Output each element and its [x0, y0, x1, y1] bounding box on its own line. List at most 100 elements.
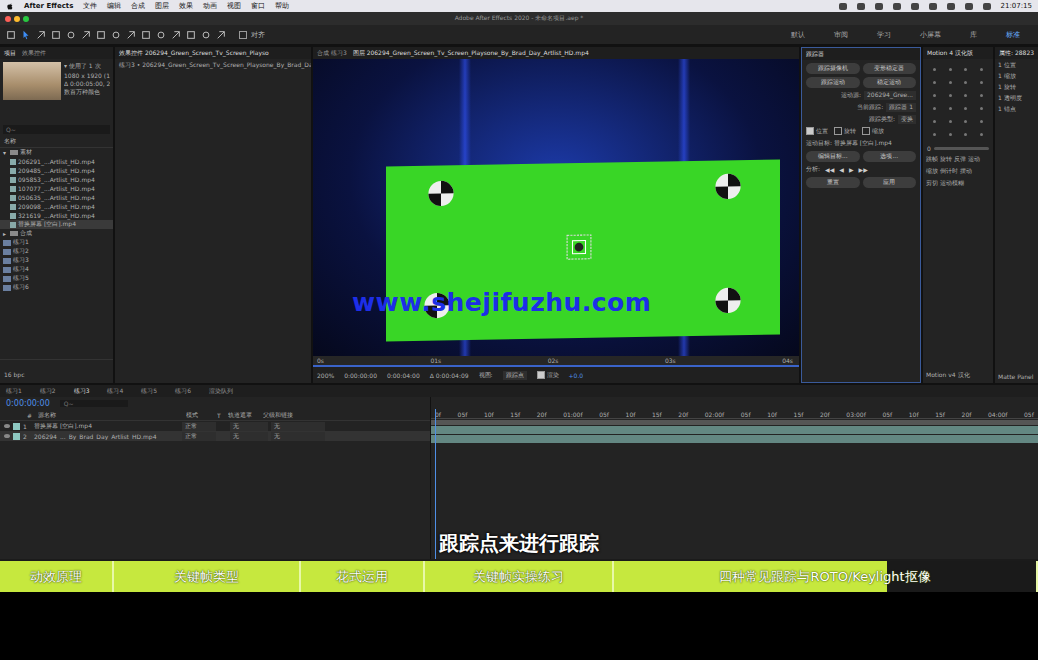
column-header[interactable]: 名称 — [0, 136, 113, 148]
chapter-item[interactable]: 花式运用 — [301, 561, 425, 592]
text-icon[interactable] — [141, 30, 151, 40]
chapter-item[interactable]: 动效原理 — [0, 561, 114, 592]
layer-bar[interactable] — [431, 435, 1038, 443]
camera-icon[interactable] — [81, 30, 91, 40]
property-item[interactable]: 1 位置 — [995, 61, 1038, 70]
workspace-tab[interactable]: 库 — [958, 30, 989, 40]
rotate-icon[interactable] — [66, 30, 76, 40]
analyze-button[interactable]: ▶ — [849, 166, 854, 173]
pen-icon[interactable] — [126, 30, 136, 40]
menu-item[interactable]: 合成 — [131, 1, 145, 11]
comp-tab[interactable]: 练习6 — [175, 387, 191, 396]
motion-option[interactable]: 缩放 倒计时 摆动 — [923, 167, 993, 176]
track-point[interactable] — [566, 234, 592, 260]
footage-row[interactable]: 107077_...Artlist_HD.mp4 — [0, 184, 113, 193]
exposure[interactable]: +0.0 — [569, 372, 584, 379]
rect-icon[interactable] — [111, 30, 121, 40]
status-icon[interactable] — [911, 3, 919, 10]
menu-item[interactable]: 图层 — [155, 1, 169, 11]
comp-tab[interactable]: 练习5 — [141, 387, 157, 396]
menu-item[interactable]: 动画 — [203, 1, 217, 11]
footage-row[interactable]: 209098_...Artlist_HD.mp4 — [0, 202, 113, 211]
status-icon[interactable] — [893, 3, 901, 10]
app-menu[interactable]: After Effects — [24, 2, 73, 10]
workspace-tab[interactable]: 标准 — [994, 30, 1032, 40]
footage-row[interactable]: 050635_...Artlist_HD.mp4 — [0, 193, 113, 202]
pan-icon[interactable] — [96, 30, 106, 40]
panel-tab[interactable]: 属性: 28823 — [999, 49, 1034, 58]
snap-checkbox[interactable]: 对齐 — [239, 30, 265, 40]
time-field[interactable]: 0:00:00:00 — [344, 372, 377, 379]
brush-icon[interactable] — [156, 30, 166, 40]
clone-icon[interactable] — [171, 30, 181, 40]
zoom-icon[interactable] — [51, 30, 61, 40]
panel-tab[interactable]: Motion 4 汉化版 — [927, 49, 973, 58]
workspace-tab[interactable]: 默认 — [779, 30, 817, 40]
folder-row[interactable]: ▾ 素材 — [0, 148, 113, 157]
anchor-dot[interactable] — [933, 81, 936, 84]
anchor-dot[interactable] — [933, 68, 936, 71]
anchor-dot[interactable] — [980, 133, 983, 136]
tracker-checkbox[interactable]: 缩放 — [862, 127, 884, 136]
select-icon[interactable] — [21, 30, 31, 40]
panel-tab[interactable]: 效果控件 — [22, 49, 46, 58]
anchor-dot[interactable] — [949, 120, 952, 123]
analyze-button[interactable]: ◀ — [839, 166, 844, 173]
menu-item[interactable]: 文件 — [83, 1, 97, 11]
workspace-tab[interactable]: 小屏幕 — [908, 30, 953, 40]
anchor-dot[interactable] — [964, 68, 967, 71]
anchor-dot[interactable] — [964, 81, 967, 84]
comp-tab[interactable]: 渲染队列 — [209, 387, 233, 396]
motion-slider[interactable]: 0 — [923, 145, 993, 152]
layer-row[interactable]: 2 206294_..._By_Brad_Day_Artlist_HD.mp4 … — [0, 431, 430, 441]
analyze-button[interactable]: ▶▶ — [859, 166, 868, 173]
hand-icon[interactable] — [36, 30, 46, 40]
anchor-dot[interactable] — [933, 133, 936, 136]
property-item[interactable]: 1 旋转 — [995, 83, 1038, 92]
zoom-icon[interactable] — [23, 16, 29, 22]
property-item[interactable]: 1 透明度 — [995, 94, 1038, 103]
apple-icon[interactable] — [6, 2, 14, 11]
anchor-dot[interactable] — [980, 68, 983, 71]
menu-item[interactable]: 编辑 — [107, 1, 121, 11]
folder-row[interactable]: ▸ 合成 — [0, 229, 113, 238]
workspace-tab[interactable]: 审阅 — [822, 30, 860, 40]
anchor-dot[interactable] — [980, 81, 983, 84]
apply-button[interactable]: 应用 — [863, 177, 917, 188]
comp-tab[interactable]: 练习3 — [74, 387, 90, 396]
timecode[interactable]: 0:00:00:00 — [6, 399, 50, 408]
anchor-dot[interactable] — [964, 107, 967, 110]
pin-icon[interactable] — [216, 30, 226, 40]
reset-button[interactable]: 重置 — [806, 177, 860, 188]
tracker-button[interactable]: 跟踪运动 — [806, 77, 860, 88]
view-select[interactable]: 跟踪点 — [503, 371, 527, 380]
anchor-dot[interactable] — [980, 94, 983, 97]
menu-item[interactable]: 视图 — [227, 1, 241, 11]
tracker-checkbox[interactable]: 旋转 — [834, 127, 856, 136]
time-ruler[interactable]: 0s01s02s03s04s — [313, 356, 799, 367]
render-checkbox[interactable]: 渲染 — [537, 371, 559, 380]
viewer-tab[interactable]: 合成 练习3 — [317, 49, 347, 58]
property-item[interactable]: 1 缩放 — [995, 72, 1038, 81]
workspace-tab[interactable]: 学习 — [865, 30, 903, 40]
panel-tab[interactable]: 效果控件 206294_Green_Screen_Tv_Screen_Plays… — [119, 49, 269, 58]
timeline-search[interactable]: Q~ — [60, 400, 128, 407]
status-icon[interactable] — [839, 3, 847, 10]
comp-row[interactable]: 练习1 — [0, 238, 113, 247]
layer-bar[interactable] — [431, 426, 1038, 434]
anchor-dot[interactable] — [933, 120, 936, 123]
motion-option[interactable]: 剪切 运动模糊 — [923, 179, 993, 188]
tracker-field[interactable]: 跟踪类型:变换 — [802, 115, 920, 124]
eraser-icon[interactable] — [186, 30, 196, 40]
chapter-item[interactable]: 关键帧实操练习 — [425, 561, 614, 592]
anchor-dot[interactable] — [980, 120, 983, 123]
eye-icon[interactable] — [4, 434, 10, 438]
footage-row[interactable]: 替换屏幕 [空白].mp4 — [0, 220, 113, 229]
anchor-dot[interactable] — [964, 94, 967, 97]
tracker-field[interactable]: 运动源:206294_Gree... — [802, 91, 920, 100]
eye-icon[interactable] — [4, 424, 10, 428]
tracker-checkbox[interactable]: 位置 — [806, 127, 828, 136]
playhead[interactable] — [435, 409, 436, 559]
bit-depth[interactable]: 16 bpc — [4, 371, 24, 378]
anchor-dot[interactable] — [949, 133, 952, 136]
